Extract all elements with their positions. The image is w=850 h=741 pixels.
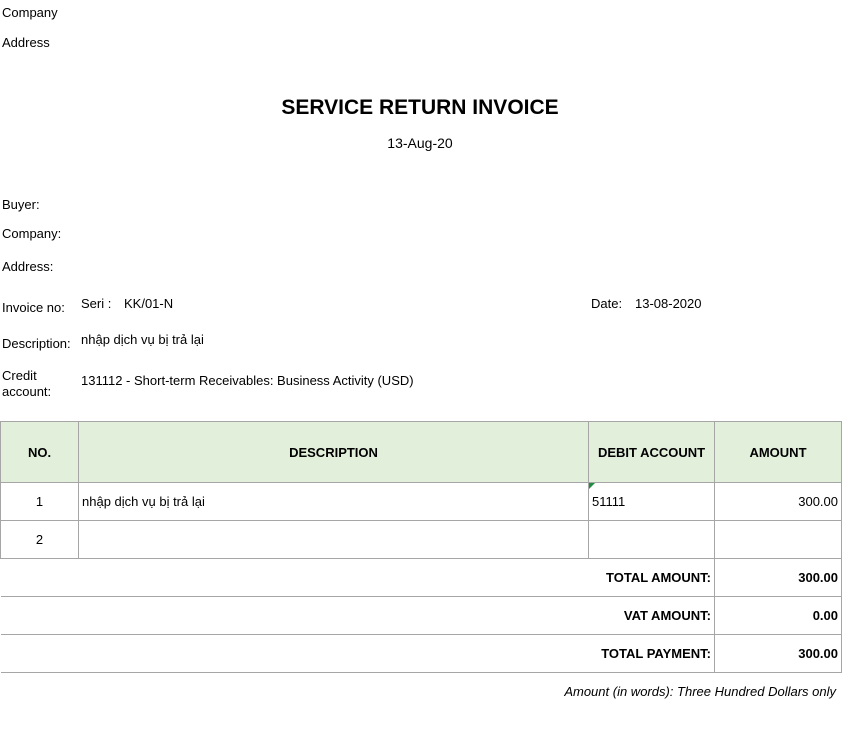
row-amount: 300.00 bbox=[714, 482, 842, 521]
invoice-no-label: Invoice no: bbox=[2, 300, 65, 315]
table-row: 1 nhập dịch vụ bị trả lại 51111 300.00 bbox=[0, 482, 842, 521]
buyer-label: Buyer: bbox=[2, 197, 40, 212]
header-debit-account: DEBIT ACCOUNT bbox=[588, 421, 715, 483]
row-amount bbox=[714, 520, 842, 559]
company-label: Company bbox=[2, 5, 58, 20]
header-no: NO. bbox=[0, 421, 79, 483]
description-value: nhập dịch vụ bị trả lại bbox=[81, 332, 204, 347]
total-payment-label: TOTAL PAYMENT: bbox=[0, 634, 715, 673]
invoice-title: SERVICE RETURN INVOICE bbox=[281, 96, 559, 119]
row-debit-account bbox=[588, 520, 715, 559]
row-debit-account-value: 51111 bbox=[592, 494, 626, 509]
seri-value: KK/01-N bbox=[124, 296, 174, 311]
invoice-items-table: NO. DESCRIPTION DEBIT ACCOUNT AMOUNT 1 n… bbox=[0, 421, 842, 673]
total-payment-row: TOTAL PAYMENT: 300.00 bbox=[0, 634, 842, 673]
header-amount: AMOUNT bbox=[714, 421, 842, 483]
vat-amount-label: VAT AMOUNT: bbox=[0, 596, 715, 635]
vat-amount-value: 0.00 bbox=[714, 596, 842, 635]
date-label: Date: bbox=[591, 296, 623, 311]
row-no: 2 bbox=[0, 520, 79, 559]
total-payment-value: 300.00 bbox=[714, 634, 842, 673]
row-description bbox=[78, 520, 589, 559]
address-label: Address bbox=[2, 35, 50, 50]
row-debit-account: 51111 bbox=[588, 482, 715, 521]
credit-account-label: Credit account: bbox=[2, 368, 52, 399]
buyer-address-label: Address: bbox=[2, 259, 54, 274]
row-description: nhập dịch vụ bị trả lại bbox=[78, 482, 589, 521]
total-amount-label: TOTAL AMOUNT: bbox=[0, 558, 715, 597]
amount-in-words: Amount (in words): Three Hundred Dollars… bbox=[564, 684, 836, 699]
buyer-company-label: Company: bbox=[2, 226, 62, 241]
comment-marker-icon bbox=[589, 483, 595, 489]
vat-amount-row: VAT AMOUNT: 0.00 bbox=[0, 596, 842, 635]
seri-label: Seri : bbox=[81, 296, 112, 311]
date-value: 13-08-2020 bbox=[635, 296, 702, 311]
row-no: 1 bbox=[0, 482, 79, 521]
header-description: DESCRIPTION bbox=[78, 421, 589, 483]
description-label: Description: bbox=[2, 336, 71, 351]
total-amount-row: TOTAL AMOUNT: 300.00 bbox=[0, 558, 842, 597]
invoice-title-date: 13-Aug-20 bbox=[387, 135, 453, 151]
total-amount-value: 300.00 bbox=[714, 558, 842, 597]
credit-account-value: 131112 - Short-term Receivables: Busines… bbox=[81, 373, 414, 388]
table-row: 2 bbox=[0, 520, 842, 559]
table-header-row: NO. DESCRIPTION DEBIT ACCOUNT AMOUNT bbox=[0, 421, 842, 483]
